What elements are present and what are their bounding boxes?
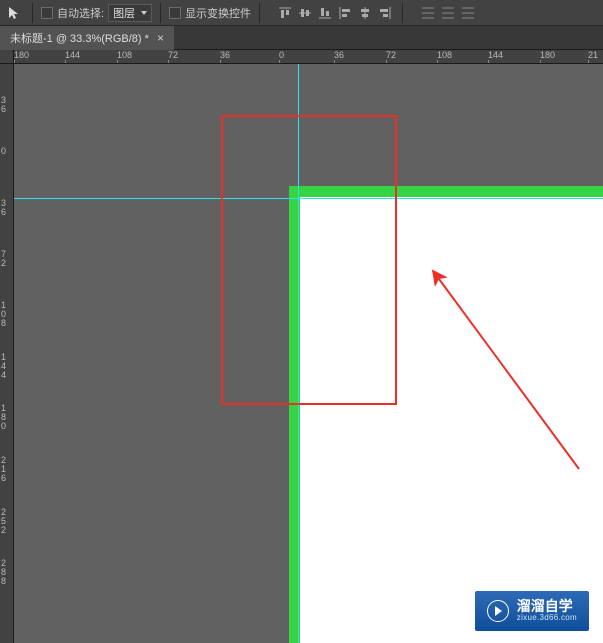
watermark-badge: 溜溜自学 zixue.3d66.com: [475, 591, 589, 631]
document-tab-bar: 未标题-1 @ 33.3%(RGB/8) * ×: [0, 26, 603, 50]
distribute-group: [419, 4, 477, 22]
watermark-url: zixue.3d66.com: [517, 614, 577, 623]
layer-dropdown-label: 图层: [113, 5, 135, 21]
align-vcenter-icon[interactable]: [296, 4, 314, 22]
watermark-title: 溜溜自学: [517, 599, 577, 614]
align-bottom-icon[interactable]: [316, 4, 334, 22]
document-tab[interactable]: 未标题-1 @ 33.3%(RGB/8) * ×: [0, 26, 174, 50]
document-tab-title: 未标题-1 @ 33.3%(RGB/8) *: [10, 30, 149, 46]
separator: [259, 3, 260, 23]
ruler-tick: 108: [437, 50, 452, 60]
ruler-tick: 36: [334, 50, 344, 60]
ruler-tick: 252: [1, 508, 6, 535]
ruler-tick: 180: [540, 50, 555, 60]
distribute-bottom-icon[interactable]: [459, 4, 477, 22]
chevron-down-icon: [141, 11, 147, 15]
distribute-vcenter-icon[interactable]: [439, 4, 457, 22]
ruler-tick: 0: [279, 50, 284, 60]
ruler-tick: 180: [1, 404, 6, 431]
layer-dropdown[interactable]: 图层: [108, 4, 152, 22]
play-icon: [487, 600, 509, 622]
ruler-tick: 0: [1, 147, 6, 156]
ruler-tick: 144: [65, 50, 80, 60]
show-transform-label: 显示变换控件: [185, 5, 251, 21]
auto-select-checkbox-group[interactable]: 自动选择:: [41, 5, 104, 21]
horizontal-ruler[interactable]: 180 144 108 72 36 0 36 72 108 144 180 21: [14, 50, 603, 64]
ruler-tick: 288: [1, 559, 6, 586]
ruler-tick: 216: [1, 456, 6, 483]
ruler-tick: 36: [1, 96, 6, 114]
annotation-rectangle: [221, 115, 397, 405]
vertical-ruler[interactable]: 723603672108144180216252288: [0, 50, 14, 643]
ruler-tick: 108: [1, 301, 6, 328]
ruler-tick: 72: [168, 50, 178, 60]
align-right-icon[interactable]: [376, 4, 394, 22]
align-top-icon[interactable]: [276, 4, 294, 22]
align-left-icon[interactable]: [336, 4, 354, 22]
separator: [402, 3, 403, 23]
ruler-tick: 108: [117, 50, 132, 60]
ruler-tick: 21: [588, 50, 598, 60]
ruler-origin-corner[interactable]: [0, 50, 14, 64]
close-icon[interactable]: ×: [157, 31, 164, 45]
show-transform-checkbox-group[interactable]: 显示变换控件: [169, 5, 251, 21]
move-tool-icon[interactable]: [4, 3, 24, 23]
align-group-1: [276, 4, 394, 22]
ruler-tick: 72: [386, 50, 396, 60]
auto-select-checkbox[interactable]: [41, 7, 53, 19]
ruler-tick: 144: [1, 353, 6, 380]
ruler-tick: 144: [488, 50, 503, 60]
ruler-tick: 36: [220, 50, 230, 60]
separator: [32, 3, 33, 23]
separator: [160, 3, 161, 23]
distribute-top-icon[interactable]: [419, 4, 437, 22]
ruler-tick: 72: [1, 250, 6, 268]
ruler-tick: 36: [1, 199, 6, 217]
ruler-tick: 180: [14, 50, 29, 60]
auto-select-label: 自动选择:: [57, 5, 104, 21]
canvas-area[interactable]: 溜溜自学 zixue.3d66.com: [14, 64, 603, 643]
options-bar: 自动选择: 图层 显示变换控件: [0, 0, 603, 26]
align-hcenter-icon[interactable]: [356, 4, 374, 22]
show-transform-checkbox[interactable]: [169, 7, 181, 19]
